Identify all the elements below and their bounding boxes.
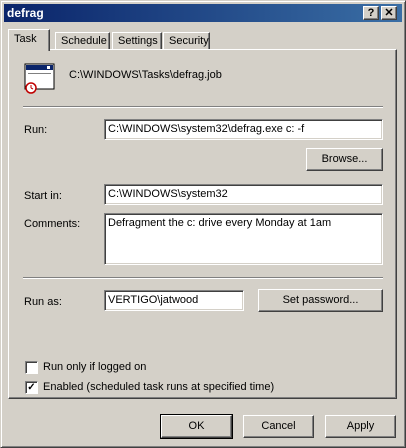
comments-textarea[interactable]: Defragment the c: drive every Monday at …	[104, 213, 383, 265]
separator	[23, 106, 383, 108]
task-file-path: C:\WINDOWS\Tasks\defrag.job	[69, 69, 222, 81]
cancel-button[interactable]: Cancel	[243, 415, 314, 438]
task-scheduler-icon	[24, 63, 58, 95]
run-as-label: Run as:	[24, 296, 62, 308]
browse-button[interactable]: Browse...	[306, 148, 383, 171]
run-only-logged-on-checkbox[interactable]	[25, 361, 38, 374]
close-button[interactable]: ✕	[381, 6, 397, 20]
start-in-input[interactable]: C:\WINDOWS\system32	[104, 184, 383, 205]
set-password-button[interactable]: Set password...	[258, 289, 383, 312]
run-only-logged-on-label[interactable]: Run only if logged on	[43, 361, 146, 373]
help-button[interactable]: ?	[363, 6, 379, 20]
title-bar[interactable]: defrag ? ✕	[4, 4, 402, 22]
ok-button[interactable]: OK	[160, 414, 233, 439]
run-label: Run:	[24, 124, 48, 136]
apply-button[interactable]: Apply	[325, 415, 396, 438]
tab-schedule[interactable]: Schedule	[55, 32, 110, 50]
window-title: defrag	[7, 6, 44, 20]
enabled-label[interactable]: Enabled (scheduled task runs at specifie…	[43, 381, 274, 393]
run-command-input[interactable]: C:\WINDOWS\system32\defrag.exe c: -f	[104, 119, 383, 140]
separator	[23, 277, 383, 279]
tab-settings[interactable]: Settings	[112, 32, 162, 50]
tab-task[interactable]: Task	[8, 29, 50, 51]
start-in-label: Start in:	[24, 190, 62, 202]
comments-label: Comments:	[24, 218, 81, 230]
run-as-input[interactable]: VERTIGO\jatwood	[104, 290, 244, 311]
tab-security[interactable]: Security	[163, 32, 210, 50]
enabled-checkbox[interactable]: ✓	[25, 381, 38, 394]
